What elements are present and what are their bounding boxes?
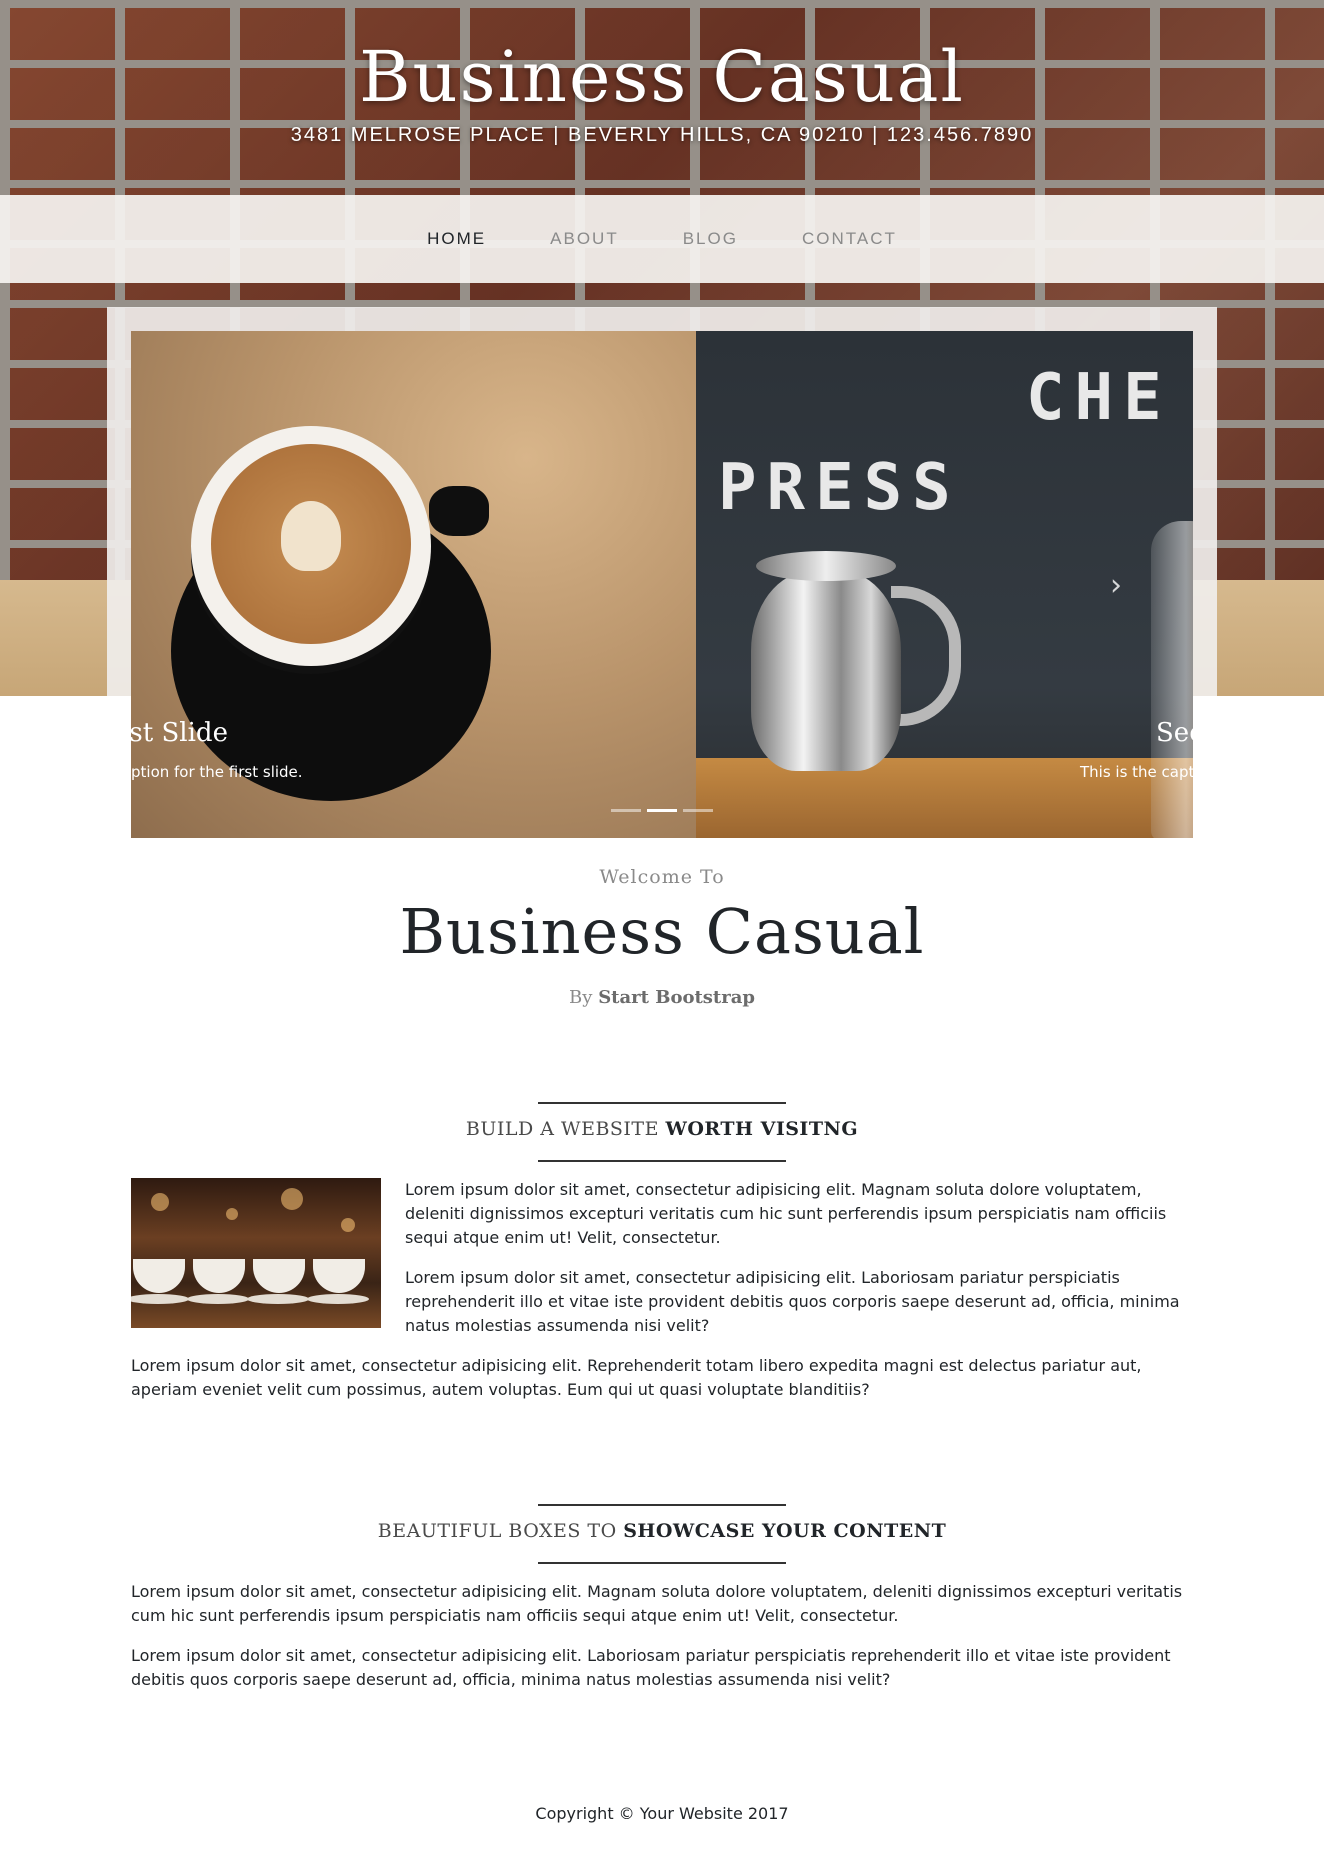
kettle-handle: [891, 586, 961, 726]
bokeh-light: [281, 1188, 303, 1210]
bokeh-light: [341, 1218, 355, 1232]
cup: [133, 1259, 185, 1293]
footer-copyright: Copyright © Your Website 2017: [535, 1804, 789, 1823]
nav-link-home[interactable]: HOME: [395, 229, 518, 249]
cup: [313, 1259, 365, 1293]
latte-art: [281, 501, 341, 571]
section-2-heading-light: BEAUTIFUL BOXES TO: [377, 1520, 617, 1542]
cup-saucer: [187, 1294, 249, 1304]
byline-name: Start Bootstrap: [598, 987, 755, 1008]
sign-text-che: CHE: [1026, 361, 1172, 435]
nav-link-blog[interactable]: BLOG: [651, 229, 770, 249]
site-address: 3481 MELROSE PLACE | BEVERLY HILLS, CA 9…: [290, 124, 1034, 146]
cup-saucer: [247, 1294, 309, 1304]
section-2-rule-top: [538, 1504, 786, 1506]
bokeh-light: [226, 1208, 238, 1220]
welcome-byline: By Start Bootstrap: [0, 987, 1324, 1008]
section-1-rule-top: [538, 1102, 786, 1104]
carousel[interactable]: CHE PRESS rst Slide ption for the first …: [131, 331, 1193, 838]
welcome-title: Business Casual: [399, 895, 925, 968]
welcome-subtitle: Welcome To: [599, 866, 725, 888]
section-2-rule-bottom: [538, 1562, 786, 1564]
section-2-heading: BEAUTIFUL BOXES TO SHOWCASE YOUR CONTENT: [0, 1520, 1324, 1542]
glass-carafe: [1151, 521, 1193, 838]
cup: [253, 1259, 305, 1293]
section-1-paragraph-1: Lorem ipsum dolor sit amet, consectetur …: [405, 1180, 1167, 1247]
bokeh-light: [151, 1193, 169, 1211]
section-2-paragraph-1: Lorem ipsum dolor sit amet, consectetur …: [131, 1582, 1183, 1625]
kettle: [751, 571, 901, 771]
site-title: Business Casual: [359, 36, 965, 118]
section-2-paragraph-2: Lorem ipsum dolor sit amet, consectetur …: [131, 1646, 1171, 1689]
carousel-indicators: [611, 809, 713, 812]
page: Business Casual 3481 MELROSE PLACE | BEV…: [0, 0, 1324, 1876]
mug-handle: [429, 486, 489, 536]
pour-over-cups-image: [131, 1178, 381, 1328]
cup-saucer: [307, 1294, 369, 1304]
byline-prefix: By: [569, 987, 593, 1008]
cup-saucer: [131, 1294, 189, 1304]
slide-coffee-image: [131, 331, 696, 838]
carousel-indicator-3[interactable]: [683, 809, 713, 812]
navbar: HOME ABOUT BLOG CONTACT: [0, 195, 1324, 283]
slide-1-caption: ption for the first slide.: [131, 763, 303, 781]
kettle-lid: [756, 551, 896, 581]
section-1-heading-light: BUILD A WEBSITE: [465, 1118, 659, 1140]
cup: [193, 1259, 245, 1293]
slide-2-caption: This is the capti: [1080, 763, 1193, 781]
slide-1-title: rst Slide: [131, 718, 228, 748]
section-1-heading-strong: WORTH VISITNG: [665, 1118, 859, 1140]
section-1-paragraph-2: Lorem ipsum dolor sit amet, consectetur …: [405, 1268, 1180, 1335]
nav-link-contact[interactable]: CONTACT: [770, 229, 929, 249]
section-1-paragraph-3: Lorem ipsum dolor sit amet, consectetur …: [131, 1356, 1142, 1399]
carousel-indicator-2[interactable]: [647, 809, 677, 812]
chevron-right-icon[interactable]: ›: [1101, 571, 1131, 601]
carousel-indicator-1[interactable]: [611, 809, 641, 812]
nav-link-about[interactable]: ABOUT: [518, 229, 651, 249]
section-2-heading-strong: SHOWCASE YOUR CONTENT: [623, 1520, 947, 1542]
slide-2-title: Sec: [1156, 718, 1193, 748]
sign-text-press: PRESS: [718, 451, 961, 525]
section-1-rule-bottom: [538, 1160, 786, 1162]
section-1-heading: BUILD A WEBSITE WORTH VISITNG: [0, 1118, 1324, 1140]
